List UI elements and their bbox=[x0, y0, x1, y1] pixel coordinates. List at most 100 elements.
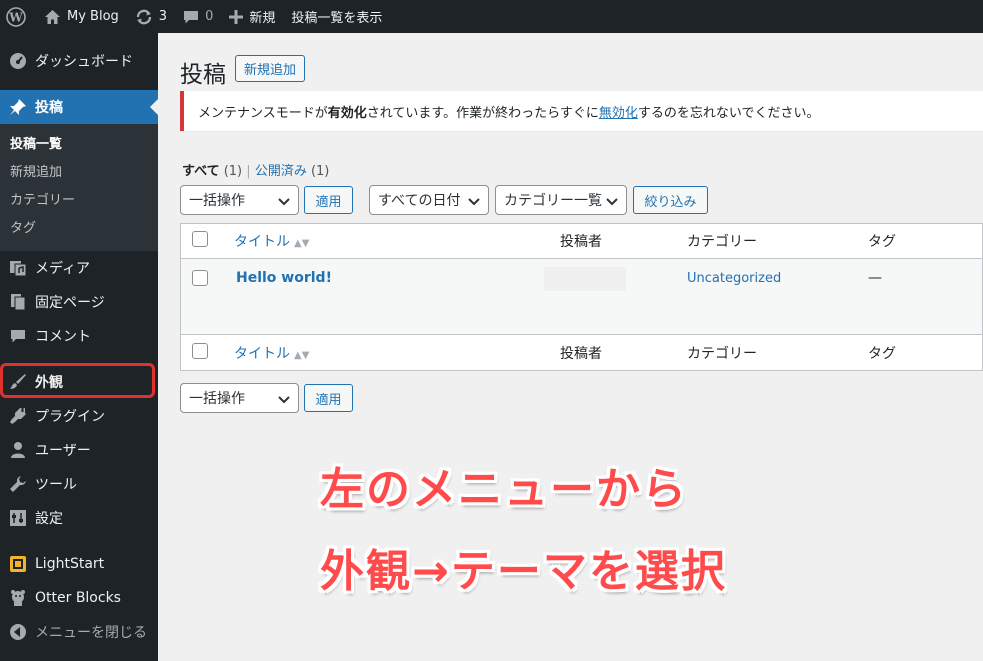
pin-icon bbox=[8, 97, 28, 117]
collapse-icon bbox=[8, 622, 28, 642]
page-icon bbox=[8, 292, 28, 312]
bulk-action-select-bottom[interactable]: 一括操作 bbox=[180, 383, 299, 413]
sidebar-item-settings[interactable]: 設定 bbox=[0, 501, 158, 535]
sidebar-item-users[interactable]: ユーザー bbox=[0, 433, 158, 467]
sidebar-item-label: メディア bbox=[35, 261, 91, 277]
wp-logo-menu[interactable]: W bbox=[0, 0, 36, 33]
posts-table: タイトル ▲▼ 投稿者 カテゴリー タグ Hello world! Uncateg… bbox=[180, 223, 983, 371]
sidebar-item-comments[interactable]: コメント bbox=[0, 319, 158, 353]
plugin-icon bbox=[8, 406, 28, 426]
column-tags-bottom: タグ bbox=[868, 345, 896, 362]
sidebar-item-posts[interactable]: 投稿 bbox=[0, 90, 158, 124]
view-posts-link[interactable]: 投稿一覧を表示 bbox=[283, 0, 390, 33]
notice-bold: 有効化 bbox=[327, 105, 367, 121]
column-author-bottom: 投稿者 bbox=[560, 345, 602, 362]
select-all-checkbox-top[interactable] bbox=[192, 231, 208, 247]
sidebar-item-otter-blocks[interactable]: Otter Blocks bbox=[0, 581, 158, 615]
chevron-down-icon bbox=[278, 195, 290, 211]
sidebar-item-label: 固定ページ bbox=[35, 295, 105, 311]
filter-published-count: (1) bbox=[310, 164, 330, 179]
main-content: 投稿 新規追加 メンテナンスモードが 有効化 されています。作業が終わったらすぐに無… bbox=[158, 33, 983, 661]
sidebar-item-dashboard[interactable]: ダッシュボード bbox=[0, 44, 158, 78]
bulk-action-value: 一括操作 bbox=[189, 193, 245, 209]
site-name-menu[interactable]: My Blog bbox=[36, 0, 127, 33]
column-categories-bottom: カテゴリー bbox=[687, 345, 757, 362]
sidebar-item-lightstart[interactable]: LightStart bbox=[0, 547, 158, 581]
posts-submenu: 投稿一覧 新規追加 カテゴリー タグ bbox=[0, 124, 158, 251]
sidebar-item-label: LightStart bbox=[35, 556, 105, 572]
date-filter-select[interactable]: すべての日付 bbox=[369, 185, 489, 215]
post-title-link[interactable]: Hello world! bbox=[234, 270, 332, 286]
sidebar-item-label: 投稿 bbox=[35, 100, 63, 116]
sidebar-item-plugins[interactable]: プラグイン bbox=[0, 399, 158, 433]
notice-text-before: メンテナンスモードが bbox=[198, 105, 328, 121]
notice-text-middle: されています。作業が終わったらすぐに bbox=[366, 105, 599, 121]
user-icon bbox=[8, 440, 28, 460]
column-tags: タグ bbox=[868, 234, 896, 250]
instruction-overlay-line2: 外観→テーマを選択 bbox=[320, 546, 727, 597]
column-categories: カテゴリー bbox=[687, 234, 757, 250]
wordpress-logo-icon: W bbox=[6, 6, 26, 27]
instruction-overlay-line1: 左のメニューから bbox=[320, 464, 688, 515]
maintenance-notice: メンテナンスモードが 有効化 されています。作業が終わったらすぐに 無効化 するのを忘れ… bbox=[180, 91, 983, 131]
notice-text-after: するのを忘れないでください。 bbox=[637, 105, 820, 121]
row-checkbox[interactable] bbox=[192, 270, 208, 286]
media-icon bbox=[8, 258, 28, 278]
updates-icon bbox=[135, 9, 153, 25]
sidebar-item-media[interactable]: メディア bbox=[0, 251, 158, 285]
filter-published[interactable]: 公開済み bbox=[255, 164, 307, 179]
column-author: 投稿者 bbox=[560, 234, 602, 250]
chevron-down-icon bbox=[606, 195, 618, 211]
date-filter-value: すべての日付 bbox=[378, 193, 461, 209]
dashboard-icon bbox=[8, 51, 28, 71]
sort-icon: ▲▼ bbox=[294, 349, 310, 361]
sidebar-item-label: ツール bbox=[35, 477, 77, 493]
sidebar-item-label: コメント bbox=[35, 329, 91, 345]
comment-bubble-icon bbox=[183, 9, 199, 25]
filter-button[interactable]: 絞り込み bbox=[633, 186, 708, 214]
add-new-post-button[interactable]: 新規追加 bbox=[235, 55, 305, 82]
wrench-icon bbox=[8, 474, 28, 494]
apply-button-bottom[interactable]: 適用 bbox=[304, 384, 353, 412]
page-title: 投稿 bbox=[180, 62, 226, 88]
disable-maintenance-link[interactable]: 無効化 bbox=[599, 102, 638, 121]
svg-text:W: W bbox=[8, 10, 23, 24]
new-content-menu[interactable]: 新規 bbox=[221, 0, 283, 33]
collapse-menu-button[interactable]: メニューを閉じる bbox=[0, 615, 158, 649]
sidebar-item-label: ダッシュボード bbox=[35, 54, 133, 70]
sidebar-item-pages[interactable]: 固定ページ bbox=[0, 285, 158, 319]
sidebar-item-tools[interactable]: ツール bbox=[0, 467, 158, 501]
apply-button-top[interactable]: 適用 bbox=[304, 186, 353, 214]
sidebar-item-label: プラグイン bbox=[35, 409, 105, 425]
submenu-all-posts[interactable]: 投稿一覧 bbox=[0, 131, 158, 159]
column-title-sort-bottom[interactable]: タイトル bbox=[234, 346, 290, 362]
select-all-checkbox-bottom[interactable] bbox=[192, 342, 208, 359]
sidebar-item-label: メニューを閉じる bbox=[35, 625, 147, 641]
filter-separator: | bbox=[246, 164, 251, 179]
updates-count: 3 bbox=[158, 9, 168, 24]
view-posts-label: 投稿一覧を表示 bbox=[291, 11, 383, 26]
column-title-sort[interactable]: タイトル bbox=[234, 234, 290, 250]
new-label: 新規 bbox=[249, 11, 276, 26]
filter-all-count: (1) bbox=[223, 164, 243, 179]
post-author bbox=[544, 267, 626, 291]
comments-menu[interactable]: 0 bbox=[175, 0, 221, 33]
filter-all[interactable]: すべて bbox=[182, 164, 220, 179]
table-row: Hello world! Uncategorized — bbox=[180, 258, 983, 335]
home-icon bbox=[44, 9, 61, 25]
sidebar-item-label: ユーザー bbox=[35, 443, 91, 459]
submenu-add-new[interactable]: 新規追加 bbox=[0, 159, 158, 187]
category-filter-select[interactable]: カテゴリー一覧 bbox=[495, 185, 627, 215]
chevron-down-icon bbox=[468, 195, 480, 211]
admin-bar: W My Blog 3 0 新規 投稿一覧を表示 bbox=[0, 0, 983, 33]
bulk-action-select-top[interactable]: 一括操作 bbox=[180, 185, 299, 215]
settings-icon bbox=[8, 508, 28, 528]
category-filter-value: カテゴリー一覧 bbox=[504, 193, 602, 209]
post-category-link[interactable]: Uncategorized bbox=[687, 271, 781, 286]
submenu-categories[interactable]: カテゴリー bbox=[0, 187, 158, 215]
appearance-highlight-box bbox=[0, 363, 155, 398]
comment-icon bbox=[8, 326, 28, 346]
submenu-tags[interactable]: タグ bbox=[0, 215, 158, 243]
admin-sidebar: ダッシュボード 投稿 投稿一覧 新規追加 カテゴリー タグ メディア 固定ページ… bbox=[0, 33, 158, 661]
updates-menu[interactable]: 3 bbox=[127, 0, 175, 33]
